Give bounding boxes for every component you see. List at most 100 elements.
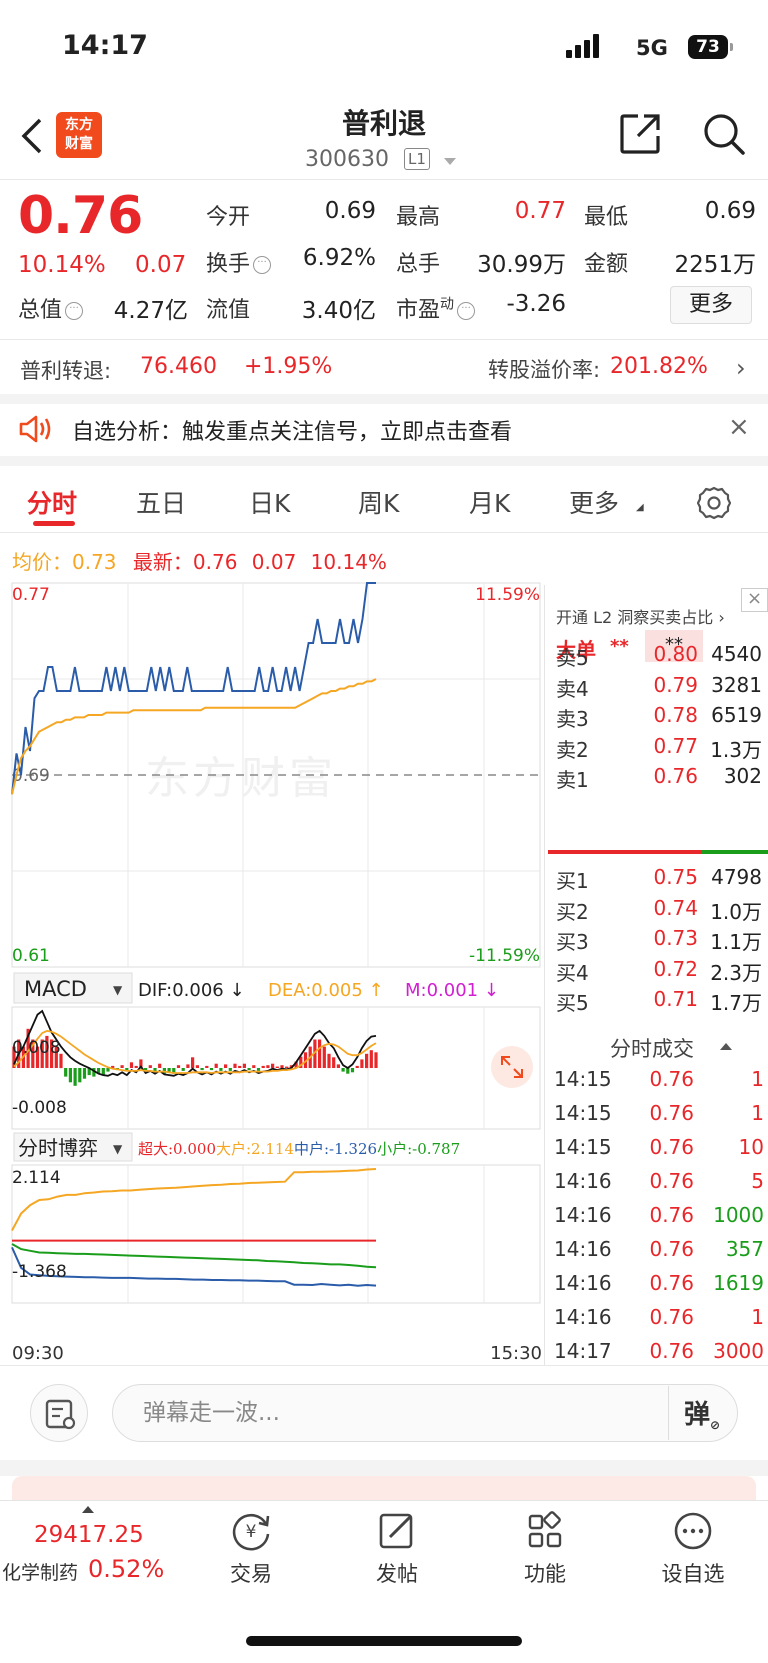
- trade-volume: 1: [751, 1067, 764, 1091]
- bid-row[interactable]: 买5 0.71 1.7万: [556, 987, 762, 1019]
- ask-row[interactable]: 卖4 0.79 3281: [556, 673, 762, 705]
- more-button[interactable]: 更多: [670, 286, 752, 324]
- tab-five-day[interactable]: 五日: [136, 484, 186, 520]
- tab-intraday[interactable]: 分时: [27, 484, 77, 520]
- macd-bar: [129, 1062, 134, 1068]
- trade-row[interactable]: 14:16 0.76 5: [554, 1169, 764, 1203]
- macd-bar: [64, 1068, 68, 1077]
- sector-index-pct[interactable]: 0.52%: [88, 1555, 164, 1583]
- macd-bar: [285, 1066, 289, 1068]
- chevron-down-icon[interactable]: [444, 158, 456, 165]
- trade-row[interactable]: 14:16 0.76 357: [554, 1237, 764, 1271]
- total-cap-label[interactable]: 总值 ···: [18, 292, 84, 324]
- tab-more[interactable]: 更多: [569, 484, 619, 520]
- macd-bar: [144, 1068, 148, 1071]
- macd-bar: [256, 1068, 261, 1071]
- danmaku-settings-icon[interactable]: [30, 1384, 88, 1442]
- trade-time: 14:17: [554, 1339, 612, 1363]
- y-label-top: 0.77: [12, 585, 50, 605]
- notice-text[interactable]: 自选分析：触发重点关注信号，立即点击查看: [72, 414, 512, 446]
- ask-row[interactable]: 卖1 0.76 302: [556, 764, 762, 796]
- chevron-up-icon[interactable]: [82, 1506, 94, 1513]
- trade-row[interactable]: 14:16 0.76 1619: [554, 1271, 764, 1305]
- ask-row[interactable]: 卖3 0.78 6519: [556, 703, 762, 735]
- bid-price: 0.74: [653, 895, 698, 920]
- watermark: 东方财富: [145, 753, 337, 804]
- chevron-right-icon: ›: [718, 608, 725, 627]
- ask-level: 卖1: [556, 768, 589, 792]
- chevron-right-icon[interactable]: ›: [736, 354, 746, 382]
- nav-post[interactable]: 发帖: [342, 1510, 452, 1588]
- more-dots-icon: [674, 1512, 712, 1550]
- chevron-up-icon[interactable]: [720, 1043, 732, 1050]
- divider: [0, 1365, 768, 1366]
- high-value: 0.77: [514, 198, 566, 224]
- ask-price: 0.80: [653, 642, 698, 666]
- trade-time: 14:16: [554, 1169, 612, 1193]
- macd-bar: [336, 1064, 340, 1068]
- section-gap: [0, 456, 768, 466]
- trade-row[interactable]: 14:16 0.76 1: [554, 1305, 764, 1339]
- trade-price: 0.76: [649, 1305, 694, 1329]
- bid-row[interactable]: 买1 0.75 4798: [556, 865, 762, 897]
- macd-bar: [271, 1063, 275, 1068]
- nav-trade[interactable]: ¥ 交易: [196, 1510, 306, 1588]
- promo-banner[interactable]: [12, 1476, 756, 1500]
- level-badge[interactable]: L1: [404, 148, 430, 170]
- bid-level: 买4: [556, 960, 589, 985]
- latest-label: 最新：: [132, 550, 193, 574]
- macd-histogram: [12, 1028, 378, 1086]
- trade-row[interactable]: 14:16 0.76 1000: [554, 1203, 764, 1237]
- nav-functions[interactable]: 功能: [490, 1510, 600, 1588]
- trade-row[interactable]: 14:15 0.76 1: [554, 1101, 764, 1135]
- home-indicator: [246, 1636, 522, 1646]
- nav-add-watchlist[interactable]: 设自选: [638, 1510, 748, 1588]
- macd-bar: [341, 1068, 345, 1072]
- ask-level: 卖4: [556, 676, 589, 701]
- gear-icon[interactable]: [696, 486, 732, 524]
- avg-row: 均价：0.73 最新：0.76 0.07 10.14%: [12, 546, 387, 575]
- x-label-start: 09:30: [12, 1343, 64, 1364]
- info-icon[interactable]: ···: [65, 302, 84, 320]
- l2-upgrade-link[interactable]: 开通 L2 洞察买卖占比 ›: [556, 604, 725, 628]
- bid-row[interactable]: 买4 0.72 2.3万: [556, 957, 762, 989]
- expand-icon[interactable]: [491, 1046, 533, 1088]
- divider: [0, 532, 768, 533]
- macd-dif-line: [13, 1009, 377, 1077]
- pe-label[interactable]: 市盈动 ···: [396, 292, 476, 324]
- share-icon[interactable]: [618, 112, 662, 160]
- tab-daily-k[interactable]: 日K: [249, 484, 290, 520]
- danmaku-separator: [668, 1386, 669, 1440]
- search-icon[interactable]: [702, 112, 746, 160]
- macd-bar: [209, 1068, 214, 1071]
- trade-row[interactable]: 14:15 0.76 10: [554, 1135, 764, 1169]
- bid-row[interactable]: 买2 0.74 1.0万: [556, 896, 762, 928]
- sector-index-name[interactable]: 化学制药: [2, 1558, 78, 1585]
- macd-bar: [355, 1065, 359, 1068]
- tab-monthly-k[interactable]: 月K: [469, 484, 510, 520]
- bid-row[interactable]: 买3 0.73 1.1万: [556, 926, 762, 958]
- battery-icon: 73: [688, 35, 728, 59]
- y-label-bottom: 0.61: [12, 946, 50, 966]
- close-icon[interactable]: ×: [741, 588, 768, 612]
- intraday-chart[interactable]: 东方财富 0.77 0.69 0.61 11.59% -11.59% MACD …: [0, 575, 548, 1365]
- macd-bar: [148, 1065, 152, 1068]
- ask-row[interactable]: 卖2 0.77 1.3万: [556, 734, 762, 766]
- bid-level: 买1: [556, 869, 589, 893]
- ask-level: 卖5: [556, 646, 589, 670]
- trade-volume: 1: [751, 1101, 764, 1125]
- trade-row[interactable]: 14:15 0.76 1: [554, 1067, 764, 1101]
- info-icon[interactable]: ···: [253, 256, 272, 274]
- tab-weekly-k[interactable]: 周K: [358, 484, 399, 520]
- ask-row[interactable]: 卖5 0.80 4540: [556, 642, 762, 674]
- info-icon[interactable]: ···: [457, 302, 476, 320]
- sector-index-value[interactable]: 29417.25: [34, 1522, 144, 1548]
- macd-bar: [280, 1065, 284, 1068]
- danmaku-toggle-button[interactable]: 弹⊘: [684, 1394, 720, 1432]
- trade-row[interactable]: 14:17 0.76 3000: [554, 1339, 764, 1373]
- trades-title[interactable]: 分时成交: [610, 1033, 694, 1063]
- turnover-label[interactable]: 换手 ···: [206, 246, 272, 278]
- close-icon[interactable]: ×: [728, 412, 750, 442]
- danmaku-input[interactable]: 弹幕走一波...: [112, 1384, 738, 1442]
- bid-level: 买2: [556, 899, 589, 924]
